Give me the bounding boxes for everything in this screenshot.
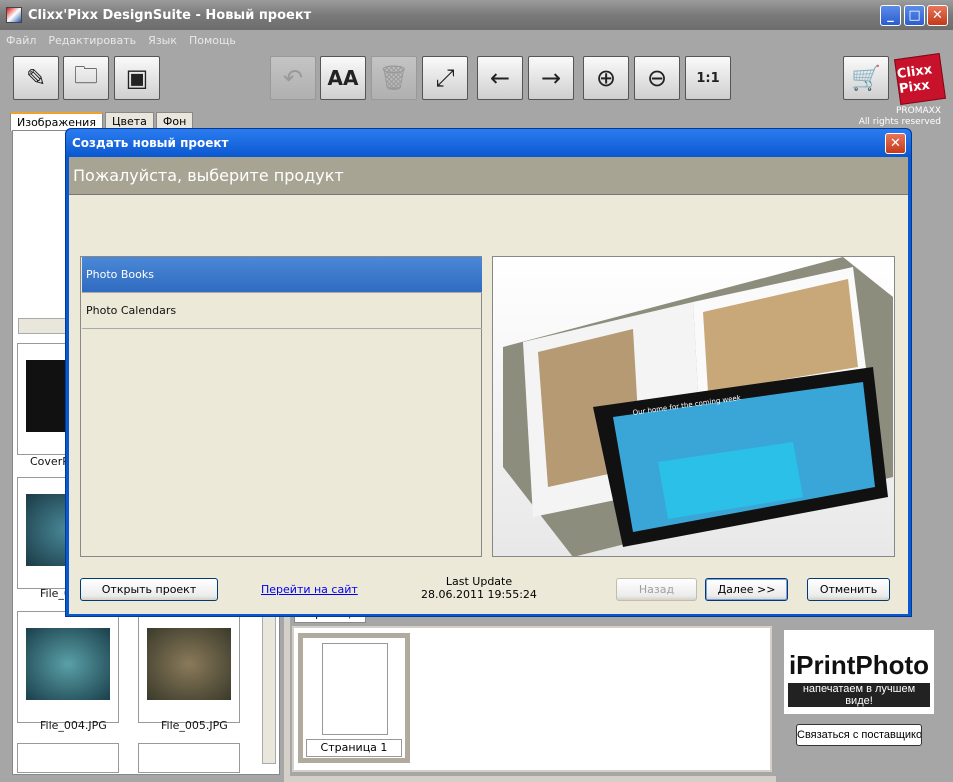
minimize-button[interactable]: _ xyxy=(880,5,901,26)
zoom-out-button[interactable]: ⊖ xyxy=(634,56,680,100)
thumbnail-file-007[interactable] xyxy=(138,743,240,773)
zoom-actual-button[interactable]: 1:1 xyxy=(685,56,731,100)
new-project-button[interactable]: ✎ xyxy=(13,56,59,100)
open-project-button[interactable]: Открыть проект xyxy=(80,578,218,601)
dialog-close-button[interactable]: ✕ xyxy=(885,133,906,154)
iprintphoto-logo: iPrintPhoto напечатаем в лучшем виде! xyxy=(784,630,934,714)
back-button[interactable]: Назад xyxy=(616,578,697,601)
last-update-value: 28.06.2011 19:55:24 xyxy=(421,588,537,601)
zoom-in-button[interactable]: ⊕ xyxy=(583,56,629,100)
fit-button[interactable]: ⤢ xyxy=(422,56,468,100)
thumbnail-label: File_004.JPG xyxy=(40,719,107,732)
main-titlebar: Clixx'Pixx DesignSuite - Новый проект _ … xyxy=(0,0,953,30)
zoom-1-1-icon: 1:1 xyxy=(696,70,720,86)
arrow-right-icon: → xyxy=(540,64,562,92)
arrow-left-icon: ← xyxy=(489,64,511,92)
menu-help[interactable]: Помощь xyxy=(189,34,236,47)
trash-icon: 🗑 xyxy=(378,64,410,92)
last-update-label: Last Update xyxy=(445,575,513,588)
next-button[interactable]: → xyxy=(528,56,574,100)
text-aa-icon: AA xyxy=(327,66,359,90)
thumbnail-label: File_005.JPG xyxy=(161,719,228,732)
contact-supplier-button[interactable]: Связаться с поставщиком xyxy=(796,724,922,746)
thumbnail-file-004[interactable] xyxy=(17,611,119,723)
window-title: Clixx'Pixx DesignSuite - Новый проект xyxy=(28,7,312,23)
visit-site-link[interactable]: Перейти на сайт xyxy=(261,583,358,596)
thumbnail-file-005[interactable] xyxy=(138,611,240,723)
delete-button[interactable]: 🗑 xyxy=(371,56,417,100)
menu-edit[interactable]: Редактировать xyxy=(48,34,136,47)
expand-arrows-icon: ⤢ xyxy=(435,64,455,92)
thumbnail-label: CoverP xyxy=(30,455,69,468)
text-button[interactable]: AA xyxy=(320,56,366,100)
pencil-notepad-icon: ✎ xyxy=(25,64,47,92)
dialog-body: Пожалуйста, выберите продукт Photo Books… xyxy=(69,157,908,614)
sponsor-slogan: напечатаем в лучшем виде! xyxy=(788,683,930,707)
brand-text: PROMAXX All rights reserved xyxy=(859,106,941,128)
product-list: Photo Books Photo Calendars xyxy=(80,256,482,557)
save-project-button[interactable]: ▣ xyxy=(114,56,160,100)
menu-bar: Файл Редактировать Язык Помощь xyxy=(0,30,953,50)
product-preview-image: Our home for the coming week xyxy=(492,256,895,557)
previous-button[interactable]: ← xyxy=(477,56,523,100)
thumbnail-image xyxy=(26,628,110,700)
dialog-header: Пожалуйста, выберите продукт xyxy=(69,157,908,195)
close-icon: ✕ xyxy=(890,136,901,151)
undo-arrow-icon: ↶ xyxy=(282,64,304,92)
open-project-button[interactable]: 🗀 xyxy=(63,56,109,100)
cancel-button[interactable]: Отменить xyxy=(807,578,890,601)
clixxpixx-logo: Clixx Pixx xyxy=(894,53,946,105)
sponsor-brand: iPrintPhoto xyxy=(788,650,930,680)
cart-button[interactable]: 🛒 xyxy=(843,56,889,100)
page-label: Страница 1 xyxy=(306,739,402,757)
thumbnail-file-006[interactable] xyxy=(17,743,119,773)
product-photo-calendars[interactable]: Photo Calendars xyxy=(82,293,482,329)
photobook-illustration: Our home for the coming week xyxy=(503,257,893,556)
floppy-save-icon: ▣ xyxy=(125,64,149,92)
app-icon xyxy=(6,7,22,23)
maximize-button[interactable]: □ xyxy=(904,5,925,26)
zoom-out-icon: ⊖ xyxy=(646,64,668,92)
new-project-dialog: Создать новый проект ✕ Пожалуйста, выбер… xyxy=(65,128,912,617)
shopping-cart-icon: 🛒 xyxy=(851,64,881,92)
brand-copyright: All rights reserved xyxy=(858,117,941,127)
menu-file[interactable]: Файл xyxy=(6,34,36,47)
next-button[interactable]: Далее >> xyxy=(705,578,788,601)
folder-open-icon: 🗀 xyxy=(74,60,98,89)
undo-button[interactable]: ↶ xyxy=(270,56,316,100)
menu-language[interactable]: Язык xyxy=(148,34,177,47)
close-button[interactable]: ✕ xyxy=(927,5,948,26)
page-preview xyxy=(322,643,388,735)
thumbnail-image xyxy=(147,628,231,700)
last-update: Last Update 28.06.2011 19:55:24 xyxy=(409,575,549,601)
product-photo-books[interactable]: Photo Books xyxy=(82,257,482,293)
zoom-in-icon: ⊕ xyxy=(595,64,617,92)
dialog-title: Создать новый проект xyxy=(66,129,911,157)
brand-name: PROMAXX xyxy=(895,106,941,116)
